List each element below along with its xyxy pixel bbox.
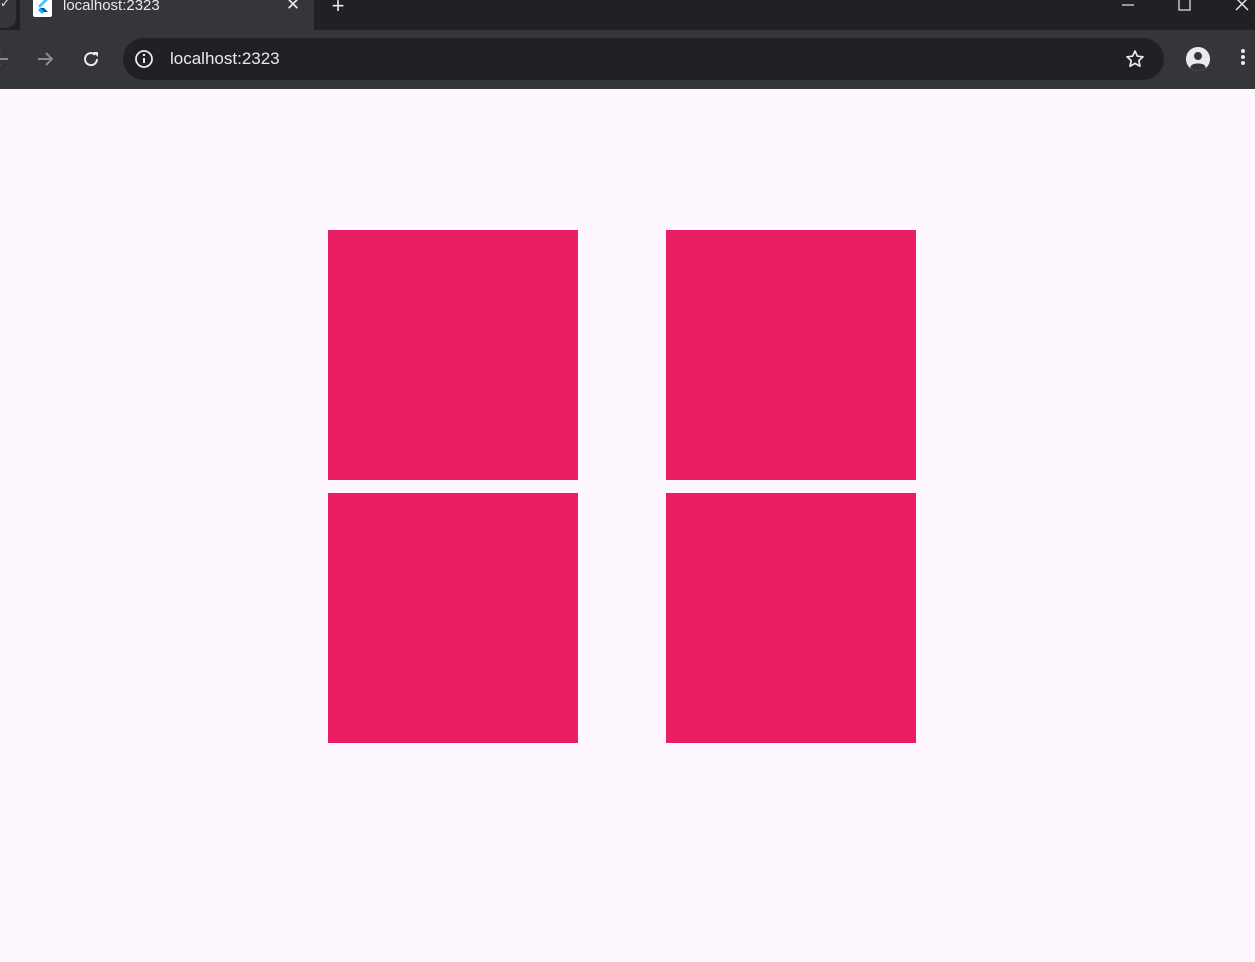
chevron-down-icon: ✓ (0, 0, 10, 10)
flutter-logo-icon (33, 0, 52, 17)
url-text[interactable]: localhost:2323 (170, 49, 280, 69)
window-close-icon[interactable] (1230, 0, 1254, 16)
address-bar[interactable]: localhost:2323 (123, 38, 1164, 80)
plus-icon[interactable]: + (327, 0, 349, 18)
arrow-back-icon[interactable] (0, 46, 14, 72)
more-vert-icon[interactable] (1236, 47, 1250, 71)
browser-toolbar: localhost:2323 (0, 30, 1255, 89)
arrow-forward-icon[interactable] (32, 46, 58, 72)
tile-1 (328, 230, 578, 480)
tab-title: localhost:2323 (63, 0, 160, 14)
tile-4 (666, 493, 916, 743)
maximize-icon[interactable] (1172, 0, 1196, 16)
tile-2 (666, 230, 916, 480)
info-icon[interactable] (133, 48, 155, 70)
reload-icon[interactable] (78, 46, 104, 72)
browser-window: ✓ localhost:2323 ✕ + localhost:2323 (0, 0, 1255, 962)
tab-strip: ✓ localhost:2323 ✕ + (0, 0, 1255, 30)
close-icon[interactable]: ✕ (284, 0, 302, 14)
tile-3 (328, 493, 578, 743)
active-tab[interactable]: localhost:2323 ✕ (20, 0, 314, 30)
profile-icon[interactable] (1186, 47, 1210, 71)
page-viewport (0, 89, 1255, 962)
minimize-icon[interactable] (1116, 0, 1140, 16)
star-icon[interactable] (1124, 48, 1146, 70)
tab-search-button[interactable]: ✓ (0, 0, 16, 28)
